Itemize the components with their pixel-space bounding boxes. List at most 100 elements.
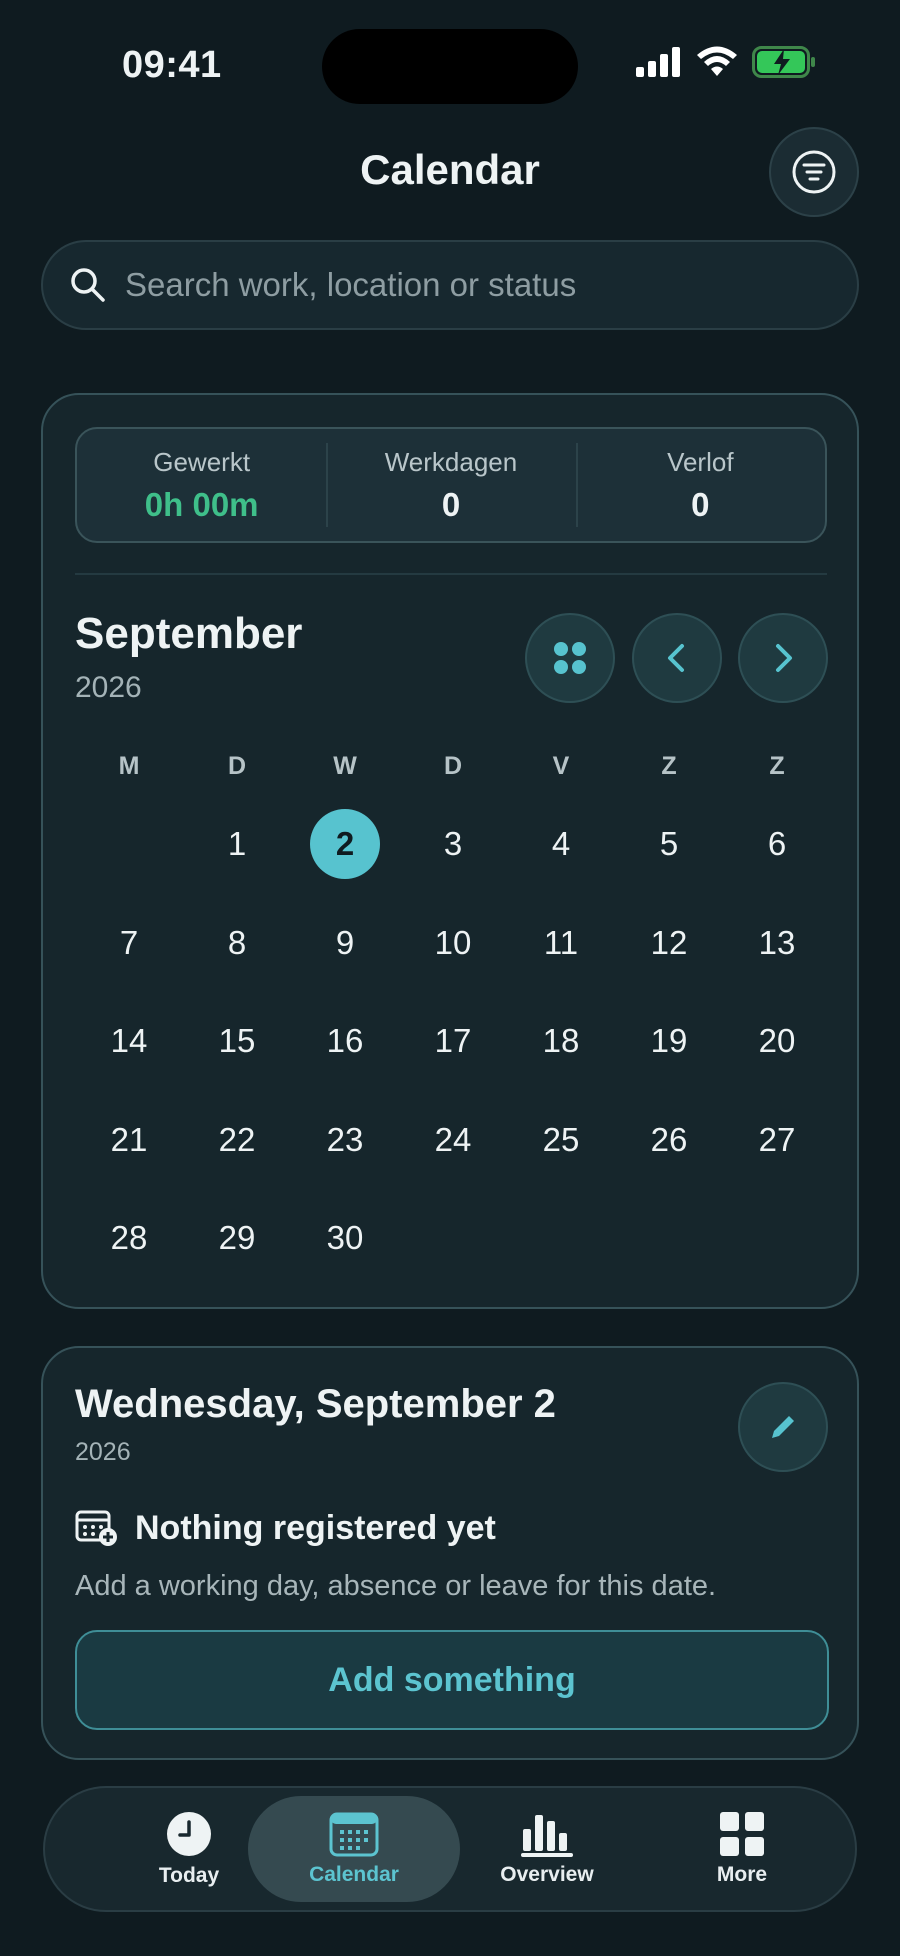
calendar-day[interactable]: 21 — [75, 1091, 183, 1190]
calendar-day[interactable]: 17 — [399, 992, 507, 1091]
day-number: 1 — [227, 825, 247, 863]
empty-state-description: Add a working day, absence or leave for … — [75, 1570, 717, 1602]
calendar-day[interactable]: 24 — [399, 1091, 507, 1190]
day-number — [526, 1203, 596, 1273]
calendar-day[interactable]: 23 — [291, 1091, 399, 1190]
stat-label: Werkdagen — [384, 446, 518, 477]
day-number — [94, 809, 164, 879]
day-number: 6 — [767, 825, 787, 863]
day-number: 26 — [650, 1120, 688, 1158]
weekday-label: D — [227, 752, 247, 780]
day-number: 20 — [758, 1022, 796, 1060]
calendar-day[interactable]: 25 — [507, 1091, 615, 1190]
calendar-day[interactable]: 28 — [75, 1189, 183, 1288]
edit-button[interactable] — [738, 1382, 828, 1472]
day-number: 29 — [218, 1219, 256, 1257]
search-input[interactable] — [125, 266, 825, 304]
calendar-day[interactable]: 3 — [399, 795, 507, 894]
day-number: 22 — [218, 1120, 256, 1158]
tab-overview[interactable]: Overview — [441, 1796, 653, 1902]
calendar-day[interactable]: 5 — [615, 795, 723, 894]
grid-dots-icon — [554, 642, 586, 674]
calendar-day[interactable]: 11 — [507, 894, 615, 993]
dynamic-island — [322, 29, 578, 104]
calendar-icon — [329, 1812, 379, 1857]
calendar-days-grid: 1 2 3 4 5 6 7 8 9 10 11 12 13 14 15 16 17 18 19 20 21 22 23 24 2… — [75, 795, 831, 1288]
calendar-empty-cell — [75, 795, 183, 894]
tab-label: Calendar — [309, 1863, 399, 1886]
calendar-day[interactable]: 20 — [723, 992, 831, 1091]
calendar-day[interactable]: 19 — [615, 992, 723, 1091]
page-title: Calendar — [360, 146, 540, 193]
empty-state: Nothing registered yet — [75, 1508, 496, 1548]
chevron-right-icon — [776, 644, 792, 672]
day-number: 24 — [434, 1120, 472, 1158]
calendar-empty-cell — [399, 1189, 507, 1288]
calendar-day[interactable]: 15 — [183, 992, 291, 1091]
weekday-label: Z — [661, 752, 677, 780]
calendar-day[interactable]: 14 — [75, 992, 183, 1091]
status-bar: 09:41 — [0, 0, 900, 120]
calendar-day[interactable]: 27 — [723, 1091, 831, 1190]
filter-button[interactable] — [769, 127, 859, 217]
calendar-day-selected[interactable]: 2 — [291, 795, 399, 894]
calendar-day[interactable]: 29 — [183, 1189, 291, 1288]
calendar-day[interactable]: 4 — [507, 795, 615, 894]
calendar-day[interactable]: 8 — [183, 894, 291, 993]
selected-date-year: 2026 — [75, 1438, 131, 1466]
tab-more[interactable]: More — [636, 1796, 848, 1902]
day-number: 4 — [551, 825, 571, 863]
day-number: 28 — [110, 1219, 148, 1257]
stat-leave: Verlof 0 — [575, 429, 825, 541]
clock-icon — [167, 1812, 211, 1856]
calendar-day[interactable]: 12 — [615, 894, 723, 993]
day-number: 27 — [758, 1120, 796, 1158]
bar-chart-icon — [521, 1815, 573, 1857]
year-label: 2026 — [75, 671, 142, 704]
day-number: 25 — [542, 1120, 580, 1158]
month-grid-button[interactable] — [525, 613, 615, 703]
previous-month-button[interactable] — [632, 613, 722, 703]
calendar-day[interactable]: 30 — [291, 1189, 399, 1288]
battery-charging-icon — [752, 46, 815, 78]
filter-icon — [792, 150, 836, 194]
calendar-day[interactable]: 7 — [75, 894, 183, 993]
day-number: 3 — [443, 825, 463, 863]
weekday-label: W — [333, 752, 357, 780]
add-something-button[interactable]: Add something — [75, 1630, 829, 1730]
weekday-label: M — [118, 752, 140, 780]
calendar-day[interactable]: 9 — [291, 894, 399, 993]
calendar-day[interactable]: 13 — [723, 894, 831, 993]
calendar-day[interactable]: 10 — [399, 894, 507, 993]
calendar-day[interactable]: 18 — [507, 992, 615, 1091]
status-time: 09:41 — [122, 44, 222, 86]
weekday-header: M D W D V Z Z — [75, 752, 831, 781]
calendar-card: Gewerkt 0h 00m Werkdagen 0 Verlof 0 Sept… — [41, 393, 859, 1309]
search-bar[interactable] — [41, 240, 859, 330]
calendar-day[interactable]: 6 — [723, 795, 831, 894]
stat-label: Gewerkt — [153, 446, 251, 477]
calendar-day[interactable]: 16 — [291, 992, 399, 1091]
next-month-button[interactable] — [738, 613, 828, 703]
day-number: 14 — [110, 1022, 148, 1060]
calendar-empty-cell — [507, 1189, 615, 1288]
selected-date-title: Wednesday, September 2 — [75, 1382, 556, 1426]
signal-icon — [636, 47, 680, 77]
calendar-day[interactable]: 1 — [183, 795, 291, 894]
day-number: 5 — [659, 825, 679, 863]
calendar-day[interactable]: 26 — [615, 1091, 723, 1190]
day-number: 15 — [218, 1022, 256, 1060]
tab-label: More — [716, 1863, 768, 1886]
tab-bar: Today Calendar Overview More — [43, 1786, 857, 1912]
pencil-icon — [772, 1416, 794, 1438]
stat-worked: Gewerkt 0h 00m — [77, 429, 326, 541]
tab-calendar[interactable]: Calendar — [248, 1796, 460, 1902]
day-number: 21 — [110, 1120, 148, 1158]
weekday-label: Z — [769, 752, 785, 780]
day-number: 19 — [650, 1022, 688, 1060]
empty-state-title: Nothing registered yet — [135, 1508, 496, 1547]
month-title: September — [75, 609, 303, 658]
day-number — [634, 1203, 704, 1273]
day-number: 8 — [227, 923, 247, 961]
calendar-day[interactable]: 22 — [183, 1091, 291, 1190]
